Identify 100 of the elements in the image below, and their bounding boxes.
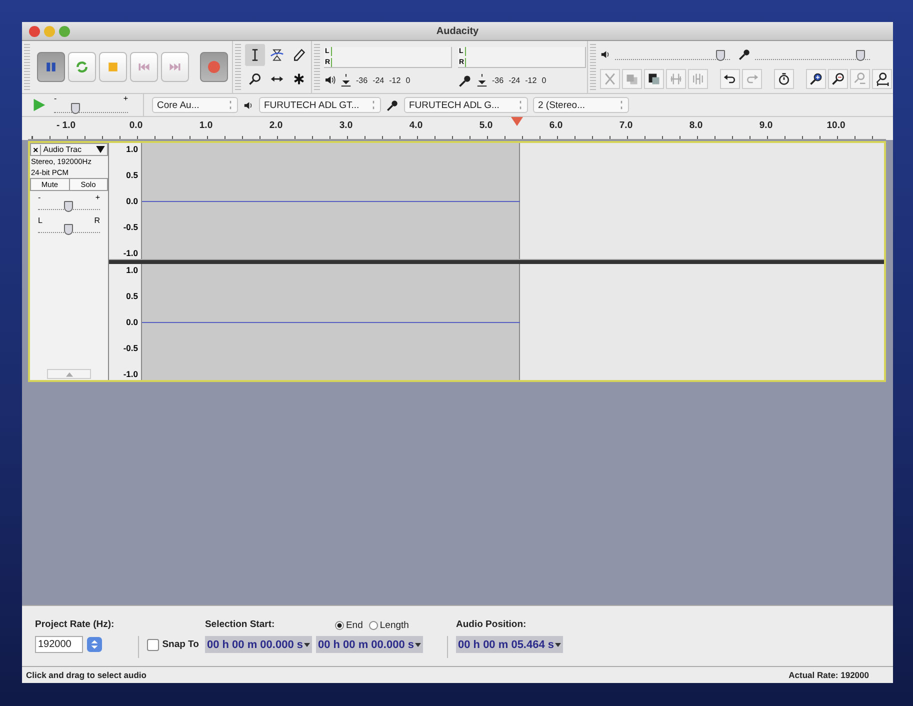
envelope-icon (270, 48, 284, 62)
ruler-label: 0.0 (128, 120, 144, 131)
skip-start-button[interactable] (130, 52, 158, 82)
meter-scale-label: -24 (372, 76, 384, 84)
copy-icon (625, 72, 639, 86)
slider-thumb[interactable] (716, 50, 725, 60)
microphone-icon[interactable] (458, 74, 472, 88)
ruler-label: - 1.0 (55, 120, 76, 131)
slider-max-label: + (95, 194, 100, 202)
device-dropdown[interactable]: Core Au... (152, 97, 238, 113)
stepper-arrows-icon (518, 100, 523, 110)
selection-start-label: Selection Start: (204, 619, 276, 631)
fit-project-icon (875, 72, 889, 86)
slider-max-label: R (94, 217, 100, 225)
speaker-icon (243, 100, 254, 110)
select-tool-button[interactable] (245, 44, 265, 66)
snap-to-label: Snap To (162, 639, 199, 650)
meter-scale-label: -12 (525, 76, 537, 85)
stepper-arrows-icon (228, 100, 233, 110)
meter-scale-label: -36 (492, 76, 504, 85)
meter-scale-label: 0 (542, 76, 546, 85)
microphone-icon (386, 98, 399, 112)
scissors-icon (603, 72, 617, 86)
pause-button[interactable] (37, 52, 65, 82)
dropdown-arrow-icon[interactable] (415, 642, 421, 646)
meter-scale-label: -24 (508, 76, 520, 85)
ruler-label: 2.0 (268, 120, 284, 131)
track-close-button[interactable]: × (31, 144, 42, 154)
meter-scale-label: -12 (389, 76, 401, 84)
track-name-menu[interactable]: Audio Trac (43, 145, 94, 154)
speaker-icon (600, 48, 611, 60)
selection-mode-radio[interactable]: Length (368, 619, 409, 631)
speaker-icon[interactable] (324, 74, 336, 86)
window-title: Audacity (436, 26, 479, 36)
device-dropdown[interactable]: FURUTECH ADL GT... (259, 97, 381, 113)
dropdown-arrow-icon[interactable] (304, 642, 310, 646)
slider-min-label: - (38, 194, 41, 202)
output-volume-slider[interactable] (615, 48, 730, 60)
selection-start-field[interactable]: 00 h 00 m 00.000 s (204, 636, 312, 653)
sync-button[interactable] (774, 69, 794, 89)
trim-icon (669, 72, 683, 86)
silence-icon (691, 72, 705, 86)
input-volume-slider[interactable] (755, 48, 870, 60)
stepper-arrows-icon (619, 100, 624, 110)
fit-project-button[interactable] (872, 69, 892, 89)
gain-slider[interactable]: - + (38, 197, 100, 210)
scale-label: 0.0 (126, 196, 138, 207)
paste-button[interactable] (644, 69, 664, 89)
loop-button[interactable] (68, 52, 96, 82)
dropdown-arrow-icon[interactable] (477, 74, 487, 87)
undo-icon (723, 72, 737, 86)
dropdown-arrow-icon[interactable] (341, 74, 351, 86)
slider-thumb[interactable] (64, 224, 73, 235)
slider-thumb[interactable] (71, 102, 80, 114)
magnifier-icon (248, 72, 262, 86)
stepper-arrows-icon (371, 100, 376, 110)
pause-icon (44, 60, 58, 74)
audio-position-field[interactable]: 00 h 00 m 05.464 s (456, 636, 564, 653)
close-button[interactable] (29, 26, 40, 36)
ruler-label: 10.0 (826, 120, 846, 131)
paste-icon (647, 72, 661, 86)
audio-position-label: Audio Position: (456, 619, 528, 631)
device-dropdown[interactable]: FURUTECH ADL G... (404, 97, 528, 113)
slider-thumb[interactable] (64, 201, 73, 212)
zoom-out-icon (831, 72, 845, 86)
zoom-in-icon (809, 72, 823, 86)
zoom-out-button[interactable] (828, 69, 848, 89)
timeline-ruler[interactable]: - 1.0 0.0 1.0 2.0 3.0 4.0 5.0 6.0 7.0 8.0 9.0 10.0 (28, 117, 886, 140)
pencil-icon (292, 48, 306, 62)
stop-icon (106, 60, 120, 74)
loop-icon (75, 60, 89, 74)
ruler-label: 5.0 (478, 120, 494, 131)
dropdown-arrow-icon[interactable] (555, 642, 562, 646)
stopwatch-icon (777, 72, 791, 86)
ruler-label: 4.0 (408, 120, 424, 131)
pan-slider[interactable]: L R (38, 220, 100, 233)
selection-end-field[interactable]: 00 h 00 m 00.000 s (316, 636, 423, 653)
redo-icon (745, 72, 759, 86)
ruler-label: 6.0 (548, 120, 564, 131)
undo-button[interactable] (720, 69, 740, 89)
ruler-label: 9.0 (758, 120, 774, 131)
dropdown-arrow-icon[interactable] (96, 146, 105, 153)
snap-checkbox[interactable] (147, 638, 160, 650)
ruler-label: 8.0 (688, 120, 704, 131)
stepper-icon[interactable] (87, 637, 102, 652)
slider-thumb[interactable] (856, 50, 865, 60)
speed-slider[interactable]: - + (54, 98, 128, 112)
meter-scale-label: -36 (356, 76, 368, 84)
meter-scale-label: 0 (406, 76, 410, 84)
project-rate-field[interactable]: 192000 (35, 636, 83, 653)
asterisk-icon (292, 72, 306, 86)
up-arrow-icon (66, 372, 72, 376)
selection-mode-radio[interactable]: End (334, 619, 363, 631)
device-dropdown[interactable]: 2 (Stereo... (533, 97, 629, 113)
ruler-label: 1.0 (198, 120, 214, 131)
zoom-in-button[interactable] (806, 69, 826, 89)
scale-label: -0.5 (123, 222, 138, 233)
scale-label: -0.5 (123, 343, 138, 354)
scale-label: 1.0 (126, 265, 138, 276)
microphone-icon (738, 48, 751, 60)
